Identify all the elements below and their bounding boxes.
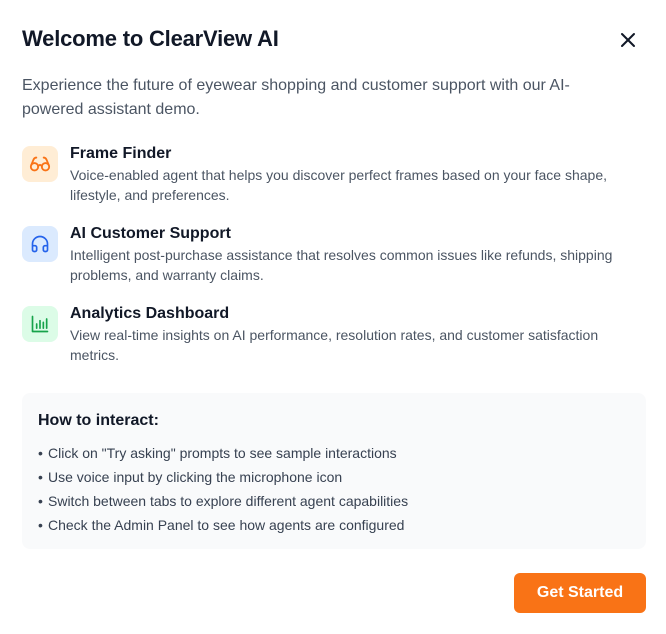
- list-item-text: Switch between tabs to explore different…: [48, 493, 409, 509]
- list-item: • Use voice input by clicking the microph…: [38, 465, 630, 489]
- bullet-icon: •: [38, 445, 43, 461]
- bullet-icon: •: [38, 493, 43, 509]
- how-to-interact-panel: How to interact: • Click on "Try asking" …: [22, 393, 646, 549]
- list-item: • Check the Admin Panel to see how agents…: [38, 513, 630, 537]
- feature-title: Frame Finder: [70, 145, 172, 162]
- list-item: • Switch between tabs to explore differen…: [38, 489, 630, 513]
- intro-text: Experience the future of eyewear shoppin…: [22, 77, 570, 118]
- modal-title: Welcome to ClearView AI: [22, 26, 279, 51]
- how-to-list: • Click on "Try asking" prompts to see sa…: [38, 441, 630, 537]
- bar-chart-icon: [31, 315, 49, 333]
- list-item: • Click on "Try asking" prompts to see sa…: [38, 441, 630, 465]
- list-item-text: Check the Admin Panel to see how agents …: [48, 517, 405, 533]
- feature-ai-customer-support: AI Customer Support Intelligent post-pur…: [22, 225, 642, 285]
- feature-icon-badge: [22, 226, 58, 262]
- feature-description: Intelligent post-purchase assistance tha…: [70, 247, 613, 283]
- feature-analytics-dashboard: Analytics Dashboard View real-time insig…: [22, 305, 642, 365]
- bullet-icon: •: [38, 469, 43, 485]
- glasses-icon: [29, 156, 51, 172]
- feature-description: View real-time insights on AI performanc…: [70, 327, 599, 363]
- list-item-text: Click on "Try asking" prompts to see sam…: [48, 445, 397, 461]
- bullet-icon: •: [38, 517, 43, 533]
- feature-description: Voice-enabled agent that helps you disco…: [70, 167, 608, 203]
- welcome-modal: Welcome to ClearView AI Experience the f…: [0, 0, 666, 634]
- how-to-title: How to interact:: [38, 412, 159, 429]
- close-button[interactable]: [616, 28, 640, 52]
- list-item-text: Use voice input by clicking the micropho…: [48, 469, 343, 485]
- feature-title: Analytics Dashboard: [70, 305, 230, 322]
- feature-frame-finder: Frame Finder Voice-enabled agent that he…: [22, 145, 642, 205]
- feature-title: AI Customer Support: [70, 225, 231, 242]
- headphones-icon: [31, 235, 49, 253]
- get-started-button[interactable]: Get Started: [514, 573, 646, 613]
- close-icon: [621, 33, 635, 47]
- feature-icon-badge: [22, 306, 58, 342]
- feature-icon-badge: [22, 146, 58, 182]
